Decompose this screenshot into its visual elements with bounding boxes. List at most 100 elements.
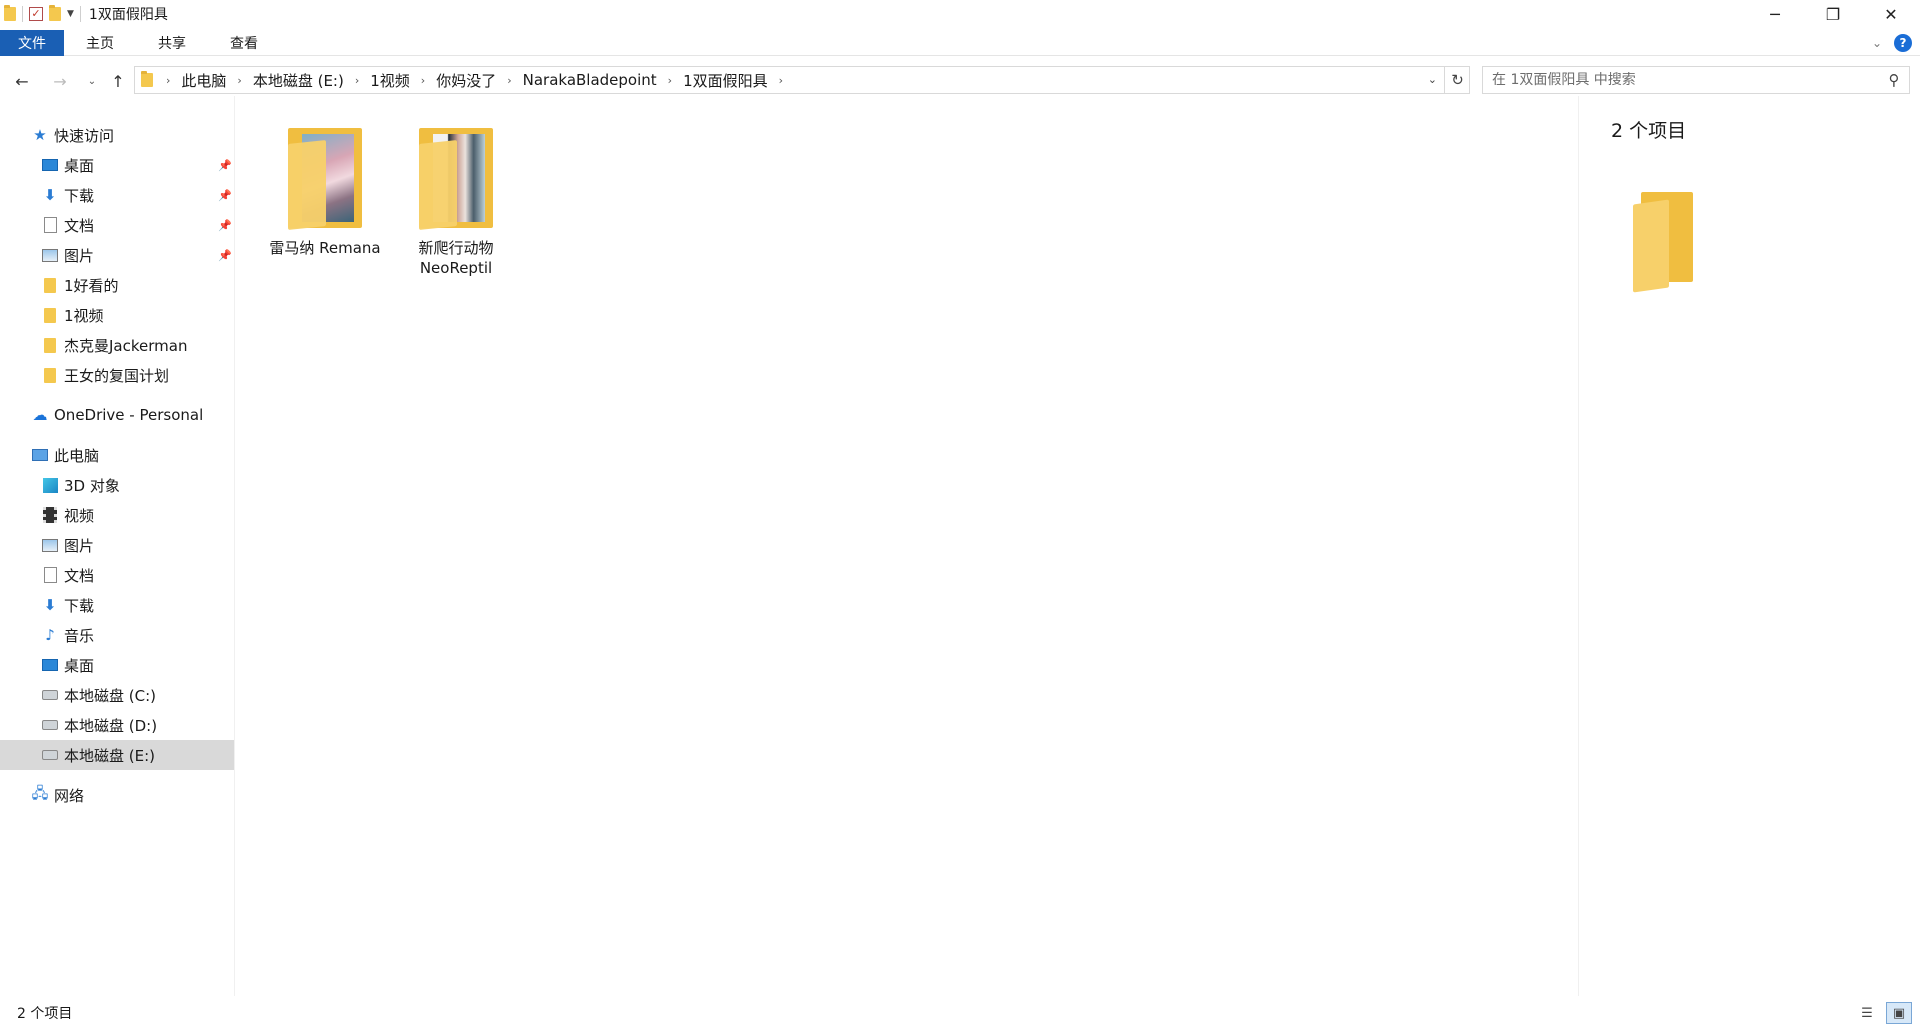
close-button[interactable]: ✕ — [1862, 0, 1920, 28]
pictures-icon — [40, 536, 60, 554]
breadcrumb-separator-icon[interactable]: › — [416, 74, 430, 87]
sidebar-item-downloads[interactable]: ⬇ 下载 📌 — [0, 180, 234, 210]
status-bar: 2 个项目 ☰ ▣ — [0, 996, 1920, 1030]
film-icon — [40, 506, 60, 524]
folder-thumbnail-icon — [411, 126, 501, 230]
details-pane: 2 个项目 — [1578, 96, 1920, 996]
minimize-button[interactable]: ─ — [1746, 0, 1804, 28]
sidebar-item-documents[interactable]: 文档 📌 — [0, 210, 234, 240]
sidebar-item-onedrive[interactable]: ☁ OneDrive - Personal — [0, 400, 234, 430]
tab-share[interactable]: 共享 — [136, 30, 208, 56]
sidebar-item-network[interactable]: 🖧 网络 — [0, 780, 234, 810]
sidebar-item-label: 杰克曼Jackerman — [64, 336, 188, 355]
sidebar-item-label: 本地磁盘 (C:) — [64, 686, 156, 705]
breadcrumb-separator-icon[interactable]: › — [161, 74, 175, 87]
sidebar-item-folder-2[interactable]: 1视频 — [0, 300, 234, 330]
new-folder-icon[interactable] — [49, 5, 61, 21]
sidebar-item-videos[interactable]: 视频 — [0, 500, 234, 530]
folder-icon — [40, 306, 60, 324]
sidebar-item-quick-access[interactable]: ★ 快速访问 — [0, 120, 234, 150]
details-view-icon[interactable]: ☰ — [1854, 1002, 1880, 1024]
sidebar-item-pictures[interactable]: 图片 📌 — [0, 240, 234, 270]
search-input[interactable] — [1492, 72, 1879, 88]
search-box[interactable]: ⚲ — [1482, 66, 1910, 94]
download-icon: ⬇ — [43, 186, 57, 204]
sidebar-item-label: 快速访问 — [54, 126, 115, 145]
navigation-bar: ← → ⌄ ↑ › 此电脑 › 本地磁盘 (E:) › 1视频 › 你妈没了 ›… — [0, 66, 1920, 96]
selection-count: 2 个项目 — [1611, 120, 1687, 142]
sidebar-item-label: 1视频 — [64, 306, 104, 325]
breadcrumb-separator-icon[interactable]: › — [663, 74, 677, 87]
computer-icon — [30, 446, 50, 464]
customize-toolbar-chevron-icon[interactable]: ▼ — [67, 9, 74, 19]
breadcrumb-this-pc[interactable]: 此电脑 — [175, 70, 232, 91]
breadcrumb-separator-icon[interactable]: › — [502, 74, 516, 87]
window-controls: ─ ❐ ✕ — [1746, 0, 1920, 28]
sidebar-item-pc-pictures[interactable]: 图片 — [0, 530, 234, 560]
network-icon: 🖧 — [31, 783, 49, 802]
help-icon[interactable]: ? — [1894, 33, 1912, 52]
sidebar-item-label: 文档 — [64, 566, 95, 585]
sidebar-item-label: 本地磁盘 (E:) — [64, 746, 156, 765]
recent-locations-chevron-icon[interactable]: ⌄ — [84, 67, 100, 95]
breadcrumb-separator-icon[interactable]: › — [774, 74, 788, 87]
sidebar-item-music[interactable]: ♪ 音乐 — [0, 620, 234, 650]
tab-view[interactable]: 查看 — [208, 30, 280, 56]
breadcrumb-current[interactable]: 1双面假阳具 — [677, 70, 774, 91]
sidebar-item-drive-c[interactable]: 本地磁盘 (C:) — [0, 680, 234, 710]
breadcrumb-drive-e[interactable]: 本地磁盘 (E:) — [247, 70, 350, 91]
ribbon-right-controls: ⌄ ? — [1872, 33, 1920, 52]
sidebar-item-label: 3D 对象 — [64, 476, 120, 495]
sidebar-item-3d-objects[interactable]: 3D 对象 — [0, 470, 234, 500]
properties-icon[interactable]: ✓ — [29, 7, 43, 21]
pin-icon[interactable]: 📌 — [218, 189, 232, 202]
breadcrumb-videos[interactable]: 1视频 — [364, 70, 416, 91]
breadcrumb-separator-icon[interactable]: › — [350, 74, 364, 87]
forward-button[interactable]: → — [46, 67, 74, 95]
refresh-button[interactable]: ↻ — [1444, 66, 1470, 94]
search-icon[interactable]: ⚲ — [1879, 71, 1909, 89]
sidebar-item-folder-4[interactable]: 王女的复国计划 — [0, 360, 234, 390]
address-history-chevron-icon[interactable]: ⌄ — [1428, 73, 1437, 86]
tab-file[interactable]: 文件 — [0, 29, 64, 56]
sidebar-item-label: 图片 — [64, 536, 95, 555]
breadcrumb-separator-icon[interactable]: › — [232, 74, 246, 87]
sidebar-item-pc-documents[interactable]: 文档 — [0, 560, 234, 590]
document-icon — [40, 566, 60, 584]
document-icon — [40, 216, 60, 234]
folder-item[interactable]: 雷马纳 Remana — [250, 126, 400, 258]
back-button[interactable]: ← — [8, 67, 36, 95]
folder-icon — [4, 5, 16, 21]
up-button[interactable]: ↑ — [104, 67, 132, 95]
ribbon-tabs: 文件 主页 共享 查看 ⌄ ? — [0, 29, 1920, 56]
sidebar-item-pc-desktop[interactable]: 桌面 — [0, 650, 234, 680]
sidebar-item-label: 视频 — [64, 506, 95, 525]
sidebar-item-label: OneDrive - Personal — [54, 406, 204, 424]
folder-thumbnail-icon — [280, 126, 370, 230]
large-icons-view-icon[interactable]: ▣ — [1886, 1002, 1912, 1024]
expand-ribbon-chevron-icon[interactable]: ⌄ — [1872, 36, 1882, 50]
sidebar-item-label: 文档 — [64, 216, 95, 235]
pin-icon[interactable]: 📌 — [218, 159, 232, 172]
pin-icon[interactable]: 📌 — [218, 219, 232, 232]
folder-item[interactable]: 新爬行动物 NeoReptil — [396, 126, 516, 278]
file-list: 雷马纳 Remana 新爬行动物 NeoReptil — [240, 96, 1570, 996]
maximize-button[interactable]: ❐ — [1804, 0, 1862, 28]
breadcrumb-naraka[interactable]: NarakaBladepoint — [517, 71, 663, 89]
sidebar-item-drive-d[interactable]: 本地磁盘 (D:) — [0, 710, 234, 740]
sidebar-item-label: 桌面 — [64, 156, 95, 175]
address-bar[interactable]: › 此电脑 › 本地磁盘 (E:) › 1视频 › 你妈没了 › NarakaB… — [134, 66, 1470, 94]
pin-icon[interactable]: 📌 — [218, 249, 232, 262]
title-bar: ✓ ▼ 1双面假阳具 ─ ❐ ✕ — [0, 0, 1920, 28]
divider — [79, 6, 81, 22]
sidebar-item-drive-e[interactable]: 本地磁盘 (E:) — [0, 740, 234, 770]
sidebar-item-folder-1[interactable]: 1好看的 — [0, 270, 234, 300]
tab-home[interactable]: 主页 — [64, 30, 136, 56]
sidebar-item-this-pc[interactable]: 此电脑 — [0, 440, 234, 470]
sidebar-item-folder-3[interactable]: 杰克曼Jackerman — [0, 330, 234, 360]
breadcrumb-folder[interactable]: 你妈没了 — [430, 70, 502, 91]
sidebar-item-pc-downloads[interactable]: ⬇ 下载 — [0, 590, 234, 620]
navigation-pane: ★ 快速访问 桌面 📌 ⬇ 下载 📌 文档 📌 图片 📌 1好看的 1视频 杰克… — [0, 120, 234, 996]
sidebar-item-desktop[interactable]: 桌面 📌 — [0, 150, 234, 180]
